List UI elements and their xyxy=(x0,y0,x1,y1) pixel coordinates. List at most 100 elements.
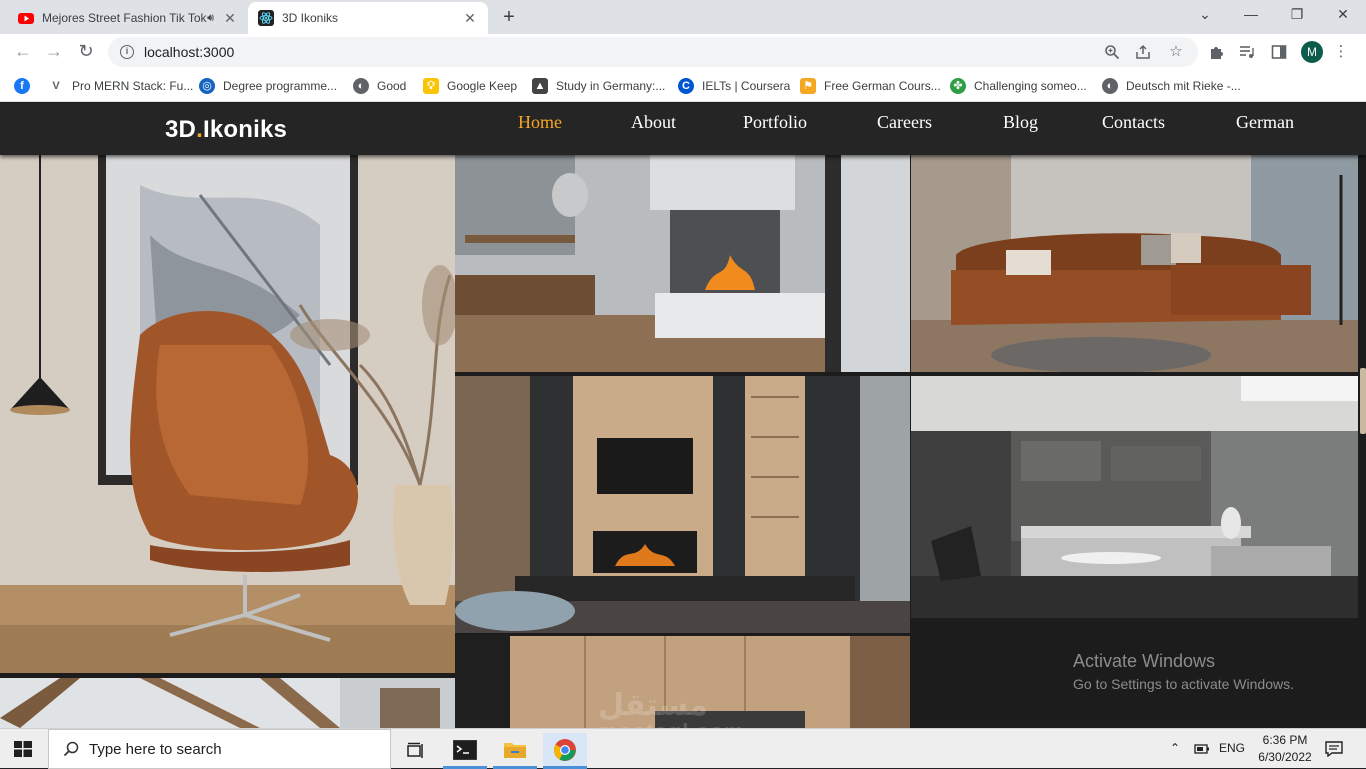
forward-arrow-icon[interactable]: → xyxy=(43,41,65,62)
bookmark-item[interactable]: ▲ Study in Germany:... xyxy=(532,76,665,96)
nav-home[interactable]: Home xyxy=(518,112,562,133)
search-icon xyxy=(63,741,79,757)
clock-date: 6/30/2022 xyxy=(1258,750,1312,764)
tab-3d-ikoniks[interactable]: 3D Ikoniks ✕ xyxy=(248,2,488,34)
site-header: 3D.Ikoniks Home About Portfolio Careers … xyxy=(0,103,1366,155)
watermark: مستقل mostaql.com xyxy=(598,688,745,728)
logo-text: Ikoniks xyxy=(202,116,288,143)
nav-careers[interactable]: Careers xyxy=(877,112,932,133)
flag-icon: ⚑ xyxy=(800,78,816,94)
close-tab-icon[interactable]: ✕ xyxy=(222,10,238,27)
speaker-icon[interactable]: 🔊︎ xyxy=(207,12,214,25)
back-arrow-icon[interactable]: ← xyxy=(12,41,34,62)
chrome-icon xyxy=(554,738,576,761)
nav-german[interactable]: German xyxy=(1236,112,1294,133)
website-viewport: 3D.Ikoniks Home About Portfolio Careers … xyxy=(0,103,1366,728)
browser-tab-strip: Mejores Street Fashion Tik Tok 🔊︎ ✕ 3D I… xyxy=(0,0,1366,34)
tray-chevron-icon[interactable]: ⌃ xyxy=(1170,741,1180,755)
bookmark-facebook[interactable]: f xyxy=(14,76,38,96)
bookmark-label: Deutsch mit Rieke -... xyxy=(1126,79,1241,93)
close-tab-icon[interactable]: ✕ xyxy=(462,10,478,27)
portfolio-image-living-room[interactable] xyxy=(911,376,1358,618)
coursera-icon: C xyxy=(678,78,694,94)
nav-about[interactable]: About xyxy=(631,112,676,133)
bookmark-item[interactable]: ◐ Good xyxy=(353,76,406,96)
folder-icon xyxy=(504,742,526,758)
globe-icon: ◐ xyxy=(1102,78,1118,94)
nav-contacts[interactable]: Contacts xyxy=(1102,112,1165,133)
bookmark-label: Challenging someo... xyxy=(974,79,1087,93)
taskbar-file-explorer[interactable] xyxy=(493,733,537,769)
site-logo[interactable]: 3D.Ikoniks xyxy=(165,116,287,144)
windows-start-icon[interactable] xyxy=(14,741,32,757)
share-icon[interactable] xyxy=(1135,44,1151,60)
nav-portfolio[interactable]: Portfolio xyxy=(743,112,807,133)
notification-icon[interactable] xyxy=(1325,741,1343,757)
globe-badge-icon: ◎ xyxy=(199,78,215,94)
terminal-icon xyxy=(453,739,477,760)
facebook-icon: f xyxy=(14,78,30,94)
tab-youtube[interactable]: Mejores Street Fashion Tik Tok 🔊︎ ✕ xyxy=(8,2,248,34)
nav-blog[interactable]: Blog xyxy=(1003,112,1038,133)
close-window-button[interactable]: ✕ xyxy=(1328,6,1358,23)
media-control-icon[interactable] xyxy=(1239,44,1255,60)
taskbar-chrome[interactable] xyxy=(543,733,587,769)
new-tab-button[interactable]: + xyxy=(498,6,520,29)
bookmarks-bar: f V Pro MERN Stack: Fu... ◎ Degree progr… xyxy=(0,70,1366,102)
clock-time: 6:36 PM xyxy=(1262,733,1308,747)
zoom-icon[interactable] xyxy=(1104,44,1120,60)
bookmark-label: IELTs | Coursera xyxy=(702,79,791,93)
bookmark-label: Free German Cours... xyxy=(824,79,941,93)
battery-icon[interactable] xyxy=(1194,742,1210,756)
bookmark-item[interactable]: ⚑ Free German Cours... xyxy=(800,76,941,96)
bookmark-item[interactable]: V Pro MERN Stack: Fu... xyxy=(48,76,193,96)
bookmark-label: Pro MERN Stack: Fu... xyxy=(72,79,194,93)
address-bar[interactable]: i localhost:3000 xyxy=(108,37,1198,67)
bookmark-item[interactable]: ◎ Degree programme... xyxy=(199,76,337,96)
profile-avatar[interactable]: M xyxy=(1301,41,1323,63)
react-icon xyxy=(258,10,274,26)
watermark-url: mostaql.com xyxy=(598,719,745,728)
restore-button[interactable]: ❐ xyxy=(1282,6,1312,23)
bookmark-item[interactable]: ◐ Deutsch mit Rieke -... xyxy=(1102,76,1241,96)
bookmark-star-icon[interactable]: ☆ xyxy=(1166,42,1186,60)
grad-cap-icon: ▲ xyxy=(532,78,548,94)
keep-icon: 💡︎ xyxy=(423,78,439,94)
more-menu-icon[interactable]: ⋮ xyxy=(1331,42,1351,60)
site-info-icon[interactable]: i xyxy=(120,45,134,59)
taskbar-clock[interactable]: 6:36 PM 6/30/2022 xyxy=(1250,732,1320,766)
page-scrollbar[interactable] xyxy=(1358,155,1366,728)
search-placeholder: Type here to search xyxy=(89,740,222,758)
extensions-icon[interactable] xyxy=(1208,44,1224,60)
activate-title: Activate Windows xyxy=(1073,651,1216,671)
language-indicator[interactable]: ENG xyxy=(1219,741,1245,755)
windows-taskbar: Type here to search ⌃ ENG 6:36 PM 6/30/2… xyxy=(0,728,1366,769)
tab-title: 3D Ikoniks xyxy=(282,11,339,25)
v-icon: V xyxy=(52,80,60,92)
bookmark-label: Good xyxy=(377,79,407,93)
browser-toolbar: ← → ↻ i localhost:3000 ☆ M ⋮ xyxy=(0,34,1366,70)
reload-icon[interactable]: ↻ xyxy=(75,41,97,62)
logo-dot: . xyxy=(196,116,203,143)
bookmark-item[interactable]: C IELTs | Coursera xyxy=(678,76,790,96)
bookmark-label: Google Keep xyxy=(447,79,518,93)
bookmark-label: Study in Germany:... xyxy=(556,79,666,93)
portfolio-image-lounge-chair[interactable] xyxy=(0,155,455,673)
bookmark-item[interactable]: ✤ Challenging someo... xyxy=(950,76,1087,96)
taskbar-terminal-app[interactable] xyxy=(443,733,487,769)
windows-activation-notice: Activate Windows Go to Settings to activ… xyxy=(1073,651,1294,692)
portfolio-image-tv-wall[interactable] xyxy=(455,376,910,633)
portfolio-image-fireplace[interactable] xyxy=(455,155,910,372)
bookmark-item[interactable]: 💡︎ Google Keep xyxy=(423,76,517,96)
minimize-button[interactable]: — xyxy=(1236,6,1266,22)
taskbar-search-box[interactable]: Type here to search xyxy=(48,729,391,769)
clover-icon: ✤ xyxy=(950,78,966,94)
task-view-button[interactable] xyxy=(394,733,438,769)
tab-search-icon[interactable]: ⌄ xyxy=(1190,6,1220,23)
portfolio-image-attic[interactable] xyxy=(0,678,455,728)
tab-title: Mejores Street Fashion Tik Tok xyxy=(42,11,207,25)
globe-icon: ◐ xyxy=(353,78,369,94)
side-panel-icon[interactable] xyxy=(1271,44,1287,60)
scrollbar-thumb[interactable] xyxy=(1360,368,1366,434)
portfolio-image-leather-sofa[interactable] xyxy=(911,155,1358,372)
